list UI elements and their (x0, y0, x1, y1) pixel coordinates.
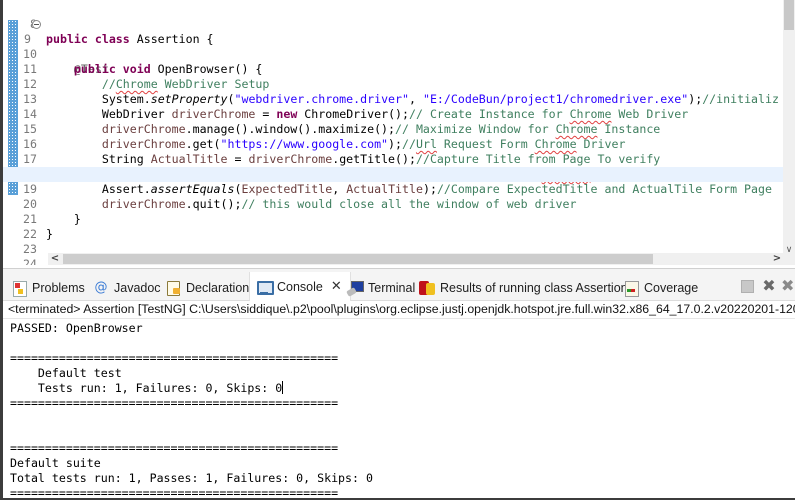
tab-declaration[interactable]: Declaration (165, 277, 249, 299)
code-line: 21 } (3, 197, 783, 241)
console-line: Tests run: 1, Failures: 0, Skips: 0 (10, 381, 790, 396)
terminal-icon (347, 280, 364, 296)
code-line: 16 String ActualTitle = driverChrome.get… (3, 122, 783, 166)
tab-label: Coverage (644, 281, 699, 295)
console-icon (256, 279, 274, 295)
code-line: 17 String ExpectedTitle = "Google";//Pas… (3, 137, 783, 181)
code-line-current: 19 driverChrome.quit();// this would clo… (3, 167, 783, 211)
horizontal-scrollbar[interactable]: < > (48, 253, 783, 265)
console-output[interactable]: PASSED: OpenBrowser ====================… (10, 321, 790, 500)
tab-label: Javadoc (114, 281, 161, 295)
code-line: 22 (3, 212, 783, 241)
views-panel: Problems @ Javadoc Declaration Console ✕… (3, 268, 795, 500)
code-line: 10 public void OpenBrowser() { (3, 32, 783, 76)
console-line: ========================================… (10, 486, 339, 500)
code-line: 9 @Test (3, 17, 783, 76)
code-line: 11 //Chrome WebDriver Setup (3, 47, 783, 91)
tab-label: Problems (32, 281, 85, 295)
scroll-right-icon[interactable]: > (770, 253, 783, 265)
remove-all-terminated-button[interactable]: ✖ (781, 278, 795, 294)
line-number: 24 (23, 257, 37, 265)
tab-terminal[interactable]: Terminal (347, 277, 415, 299)
fold-collapse-icon[interactable] (32, 20, 41, 29)
code-line: 23 (3, 227, 783, 256)
code-line: 13 WebDriver driverChrome = new ChromeDr… (3, 77, 783, 121)
console-line: Default suite (10, 456, 101, 470)
console-line: ========================================… (10, 441, 339, 455)
code-line: 20 } (3, 182, 783, 226)
code-line: 14 driverChrome.manage().window().maximi… (3, 92, 783, 136)
view-tab-bar: Problems @ Javadoc Declaration Console ✕… (3, 269, 795, 301)
tab-console[interactable]: Console ✕ (249, 272, 351, 301)
console-line: ========================================… (10, 396, 339, 410)
code-line: 12 System.setProperty("webdriver.chrome.… (3, 62, 783, 106)
code-line: 15 driverChrome.get("https://www.google.… (3, 107, 783, 151)
text-caret (282, 381, 284, 394)
problems-icon (11, 280, 27, 297)
testng-icon (419, 280, 435, 296)
console-process-label: <terminated> Assertion [TestNG] C:\Users… (3, 301, 795, 319)
console-line: Default test (10, 366, 122, 380)
console-line: PASSED: OpenBrowser (10, 321, 143, 335)
code-editor[interactable]: 8 public class Assertion { 9 @Test 10 pu… (3, 0, 783, 265)
tab-label: Declaration (186, 281, 250, 295)
close-icon[interactable]: ✕ (331, 276, 342, 298)
declaration-icon (165, 280, 181, 296)
scroll-down-icon[interactable]: ∨ (783, 244, 795, 256)
terminate-button[interactable] (739, 278, 755, 294)
console-line: ========================================… (10, 351, 339, 365)
remove-launch-button[interactable]: ✖ (761, 278, 777, 294)
tab-problems[interactable]: Problems (11, 277, 85, 299)
tab-testng-results[interactable]: Results of running class Assertion (419, 277, 628, 299)
tab-label: Terminal (368, 281, 416, 295)
vertical-scrollbar[interactable]: ∨ (783, 0, 795, 265)
tab-javadoc[interactable]: @ Javadoc (93, 277, 161, 299)
javadoc-icon: @ (94, 280, 108, 295)
tab-label: Console (277, 279, 323, 294)
code-line: 8 public class Assertion { (3, 2, 783, 46)
console-line-text: Tests run: 1, Failures: 0, Skips: 0 (10, 381, 283, 395)
code-lines: 8 public class Assertion { 9 @Test 10 pu… (3, 2, 783, 265)
tab-label: Results of running class Assertion (440, 281, 628, 295)
scroll-left-icon[interactable]: < (48, 253, 62, 265)
tab-coverage[interactable]: Coverage (623, 277, 698, 299)
code-line: 18 Assert.assertEquals(ExpectedTitle, Ac… (3, 152, 783, 196)
coverage-icon (623, 280, 639, 297)
console-line: Total tests run: 1, Passes: 1, Failures:… (10, 471, 373, 485)
horizontal-scroll-thumb[interactable] (63, 254, 653, 264)
vertical-scroll-thumb[interactable] (784, 0, 794, 30)
